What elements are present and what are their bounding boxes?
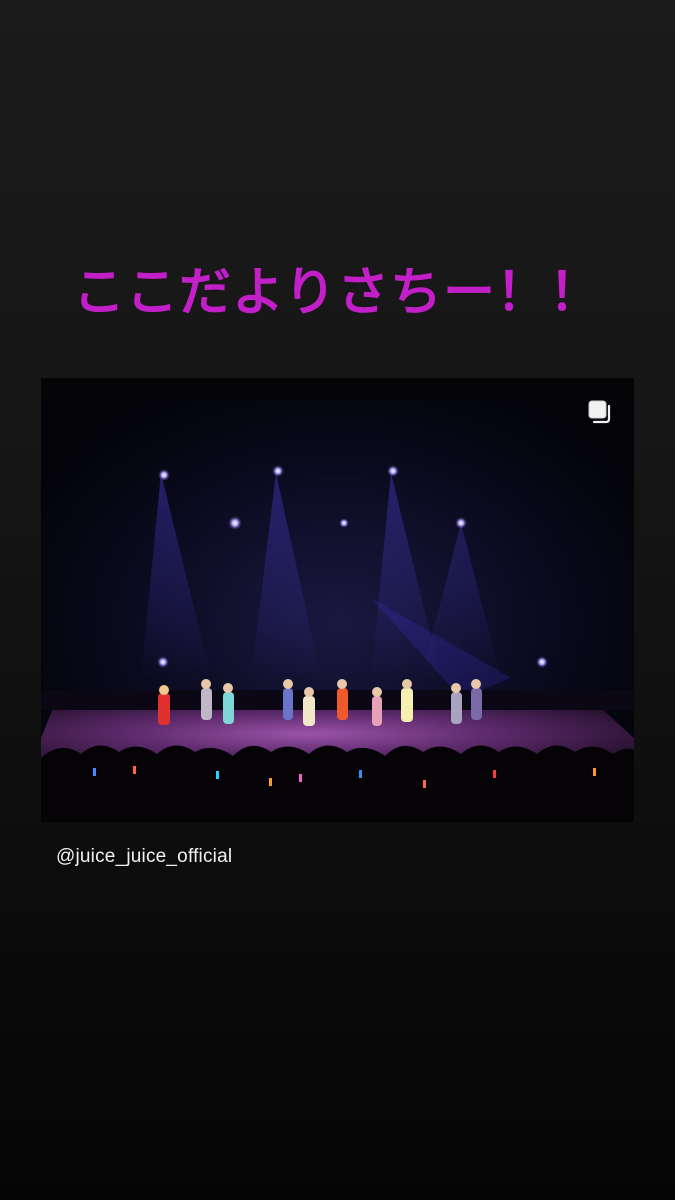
account-mention-link[interactable]: @juice_juice_official xyxy=(56,846,232,868)
instagram-story: ここだよりさちー！！ @juice_juice_official xyxy=(0,0,675,1200)
shared-post-card[interactable] xyxy=(41,378,634,822)
story-headline-text: ここだよりさちー！！ xyxy=(73,263,602,323)
concert-stage-photo xyxy=(41,378,634,822)
multiple-photos-icon xyxy=(586,398,614,426)
